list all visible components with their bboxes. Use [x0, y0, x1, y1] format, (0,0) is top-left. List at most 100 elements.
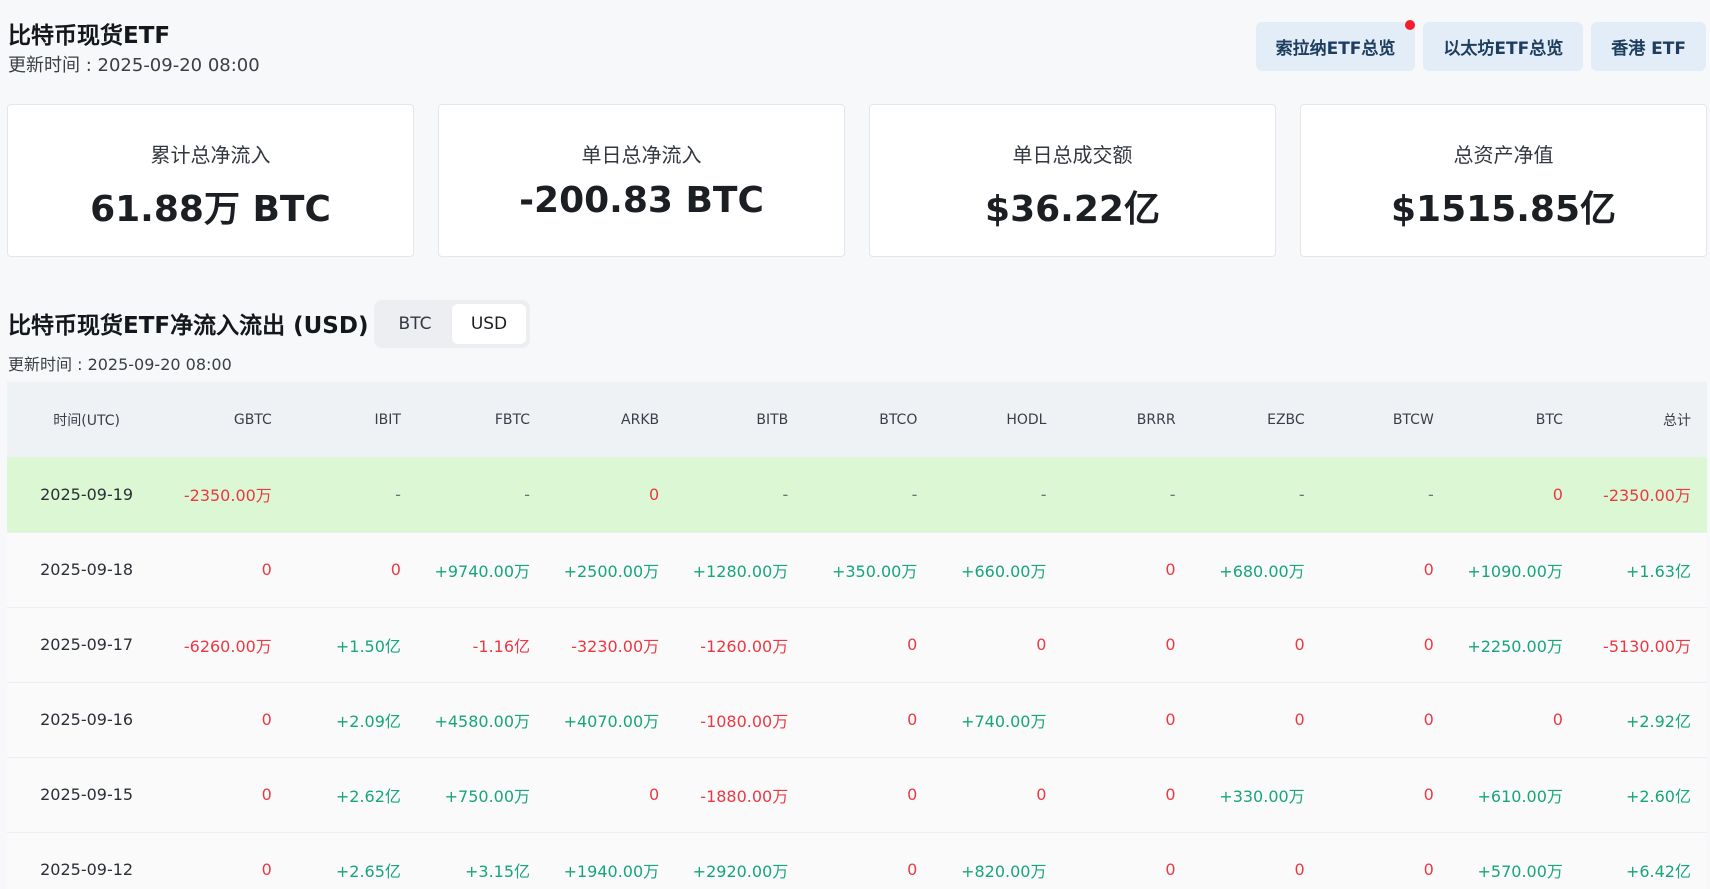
- date-cell: 2025-09-18: [40, 560, 134, 579]
- table-row: 2025-09-16 0 +2.09亿 +4580.00万 +4070.00万 -1080…: [7, 682, 1707, 757]
- flow-cell: 0: [1294, 710, 1305, 729]
- stat-value: -200.83 BTC: [519, 180, 764, 221]
- table-row: 2025-09-19 -2350.00万 - - 0 - - - - - - 0 -2350.00万: [7, 457, 1707, 532]
- stat-label: 单日总成交额: [1012, 143, 1133, 167]
- date-cell: 2025-09-12: [40, 860, 134, 879]
- column-header: BTCO: [879, 411, 918, 428]
- date-cell: 2025-09-15: [40, 785, 134, 804]
- flow-cell: 0: [1423, 785, 1434, 804]
- ethereum-etf-overview-button[interactable]: 以太坊ETF总览: [1423, 22, 1584, 71]
- hongkong-etf-button[interactable]: 香港 ETF: [1591, 22, 1706, 71]
- flow-cell: 0: [261, 860, 272, 879]
- flow-cell: 0: [907, 710, 918, 729]
- flow-cell: 0: [648, 785, 660, 804]
- flow-cell: -2350.00万: [1603, 486, 1691, 506]
- flow-cell: +2.60亿: [1625, 786, 1691, 806]
- flow-cell: 0: [1165, 785, 1176, 804]
- flow-cell: 0: [907, 635, 918, 654]
- column-header: 时间(UTC): [53, 412, 120, 429]
- flow-cell: -5130.00万: [1603, 636, 1691, 656]
- flow-cell: +570.00万: [1477, 861, 1563, 881]
- flow-cell: 0: [1165, 710, 1176, 729]
- notification-dot-icon: [1405, 20, 1416, 30]
- flow-cell: +330.00万: [1219, 786, 1305, 806]
- column-header: FBTC: [494, 411, 531, 428]
- stat-label: 总资产净值: [1453, 143, 1554, 167]
- flow-cell: -1880.00万: [700, 786, 789, 806]
- column-header: GBTC: [233, 411, 272, 428]
- table-row: 2025-09-18 0 0 +9740.00万 +2500.00万 +1280.00万 +…: [7, 532, 1707, 607]
- flow-cell: +2250.00万: [1467, 636, 1563, 656]
- stat-card-daily-volume: 单日总成交额 $36.22亿: [869, 104, 1276, 257]
- flow-cell: +2.65亿: [335, 861, 401, 881]
- flow-cell: 0: [261, 710, 272, 729]
- column-header: EZBC: [1267, 411, 1305, 428]
- flow-cell: +2.09亿: [335, 711, 401, 731]
- flow-cell: +1280.00万: [692, 561, 789, 581]
- flow-cell: +2.62亿: [335, 786, 401, 806]
- flow-cell: -: [395, 484, 401, 504]
- flow-cell: -2350.00万: [183, 486, 272, 506]
- flow-cell: -: [1040, 484, 1047, 504]
- hongkong-etf-label: 香港 ETF: [1611, 39, 1686, 59]
- etf-flow-table-wrap: 时间(UTC) GBTC IBIT FBTC ARKB BITB BTCO HODL BRRR E…: [7, 382, 1707, 889]
- flow-cell: -1080.00万: [700, 711, 789, 731]
- flow-cell: 0: [1036, 785, 1047, 804]
- flow-cell: +610.00万: [1477, 786, 1563, 806]
- stat-value: $36.22亿: [985, 189, 1160, 230]
- flow-cell: -3230.00万: [571, 636, 660, 656]
- flow-cell: 0: [1294, 860, 1305, 879]
- stat-label: 单日总净流入: [581, 143, 702, 167]
- table-header-row: 时间(UTC) GBTC IBIT FBTC ARKB BITB BTCO HODL BRRR E…: [7, 382, 1707, 457]
- flow-cell: 0: [1423, 860, 1434, 879]
- flow-cell: -: [524, 484, 531, 504]
- flow-cell: 0: [1552, 484, 1563, 504]
- flow-cell: 0: [1165, 635, 1176, 654]
- table-row: 2025-09-12 0 +2.65亿 +3.15亿 +1940.00万 +2920.00…: [7, 832, 1707, 889]
- table-row: 2025-09-15 0 +2.62亿 +750.00万 0 -1880.00万 0 0 0 +3…: [7, 757, 1707, 832]
- flow-cell: +350.00万: [831, 561, 918, 581]
- flow-cell: +680.00万: [1219, 561, 1305, 581]
- flow-cell: +2500.00万: [563, 561, 660, 581]
- flow-cell: -: [1298, 484, 1305, 504]
- toggle-btc[interactable]: BTC: [378, 304, 452, 344]
- flow-cell: +6.42亿: [1625, 861, 1691, 881]
- column-header: BTCW: [1392, 411, 1434, 428]
- flow-cell: +4070.00万: [563, 711, 660, 731]
- stats-row: 累计总净流入 61.88万 BTC 单日总净流入 -200.83 BTC 单日总…: [7, 104, 1707, 257]
- stat-value: $1515.85亿: [1390, 189, 1617, 230]
- update-time: 更新时间 : 2025-09-20 08:00: [8, 55, 260, 76]
- flow-cell: +1090.00万: [1467, 561, 1563, 581]
- flow-cell: +3.15亿: [464, 861, 531, 881]
- flow-cell: 0: [1552, 710, 1563, 729]
- solana-etf-overview-label: 索拉纳ETF总览: [1275, 39, 1396, 59]
- flow-cell: -: [911, 484, 918, 504]
- toggle-usd[interactable]: USD: [452, 304, 526, 344]
- column-header: BRRR: [1136, 411, 1176, 428]
- stat-label: 累计总净流入: [150, 143, 271, 167]
- etf-flow-table: 时间(UTC) GBTC IBIT FBTC ARKB BITB BTCO HODL BRRR E…: [7, 382, 1707, 889]
- date-cell: 2025-09-16: [40, 710, 134, 729]
- flow-cell: +9740.00万: [434, 561, 531, 581]
- flow-cell: 0: [261, 560, 272, 579]
- flow-cell: +660.00万: [961, 561, 1047, 581]
- unit-toggle: BTC USD: [374, 300, 530, 348]
- flow-cell: -: [782, 484, 789, 504]
- table-row: 2025-09-17 -6260.00万 +1.50亿 -1.16亿 -3230.00万…: [7, 607, 1707, 682]
- column-header: BITB: [756, 411, 789, 428]
- flow-cell: +820.00万: [961, 861, 1047, 881]
- flow-cell: -1.16亿: [472, 636, 531, 656]
- column-header: IBIT: [374, 411, 401, 428]
- flow-cell: -6260.00万: [183, 636, 272, 656]
- flow-cell: +2.92亿: [1625, 711, 1691, 731]
- flow-cell: -: [1428, 484, 1434, 504]
- flow-cell: +1940.00万: [563, 861, 660, 881]
- stat-card-daily-net: 单日总净流入 -200.83 BTC: [438, 104, 845, 257]
- solana-etf-overview-button[interactable]: 索拉纳ETF总览: [1255, 20, 1416, 71]
- date-cell: 2025-09-19: [40, 484, 134, 504]
- flow-cell: 0: [261, 785, 272, 804]
- section-title: 比特币现货ETF净流入流出 (USD): [8, 313, 369, 339]
- flow-cell: 0: [1423, 635, 1434, 654]
- flow-cell: 0: [1423, 710, 1434, 729]
- section-update-time: 更新时间 : 2025-09-20 08:00: [8, 355, 232, 374]
